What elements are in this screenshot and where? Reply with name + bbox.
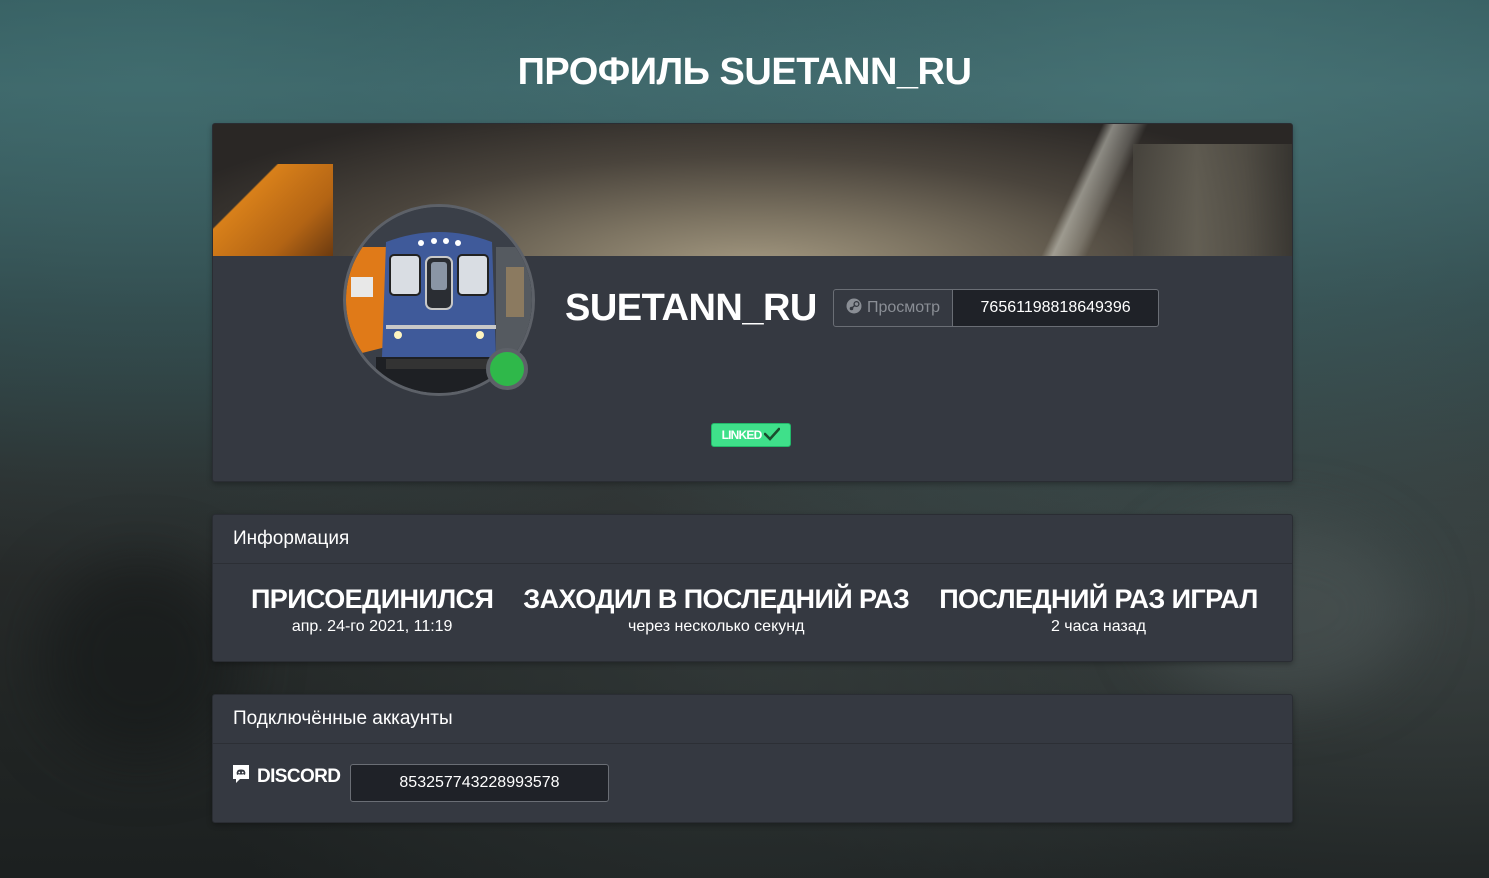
information-card: Информация ПРИСОЕДИНИЛСЯ апр. 24-го 2021… xyxy=(212,514,1293,662)
information-stats: ПРИСОЕДИНИЛСЯ апр. 24-го 2021, 11:19 ЗАХ… xyxy=(213,564,1292,636)
discord-account-row: DISCORD 853257743228993578 xyxy=(213,744,1292,822)
steam-id-field[interactable]: 76561198818649396 xyxy=(953,289,1160,327)
background-blob xyxy=(40,560,240,760)
page-title: ПРОФИЛЬ SUETANN_RU xyxy=(517,51,972,94)
stat-value: апр. 24-го 2021, 11:19 xyxy=(291,618,453,635)
discord-label: DISCORD xyxy=(231,764,341,790)
stat-last-played: ПОСЛЕДНИЙ РАЗ ИГРАЛ 2 часа назад xyxy=(939,584,1258,636)
stat-value: через несколько секунд xyxy=(628,618,805,635)
connected-accounts-header: Подключённые аккаунты xyxy=(213,695,1292,744)
linked-badge-label: LINKED xyxy=(721,428,763,442)
stat-joined: ПРИСОЕДИНИЛСЯ апр. 24-го 2021, 11:19 xyxy=(251,584,494,636)
linked-badge: LINKED xyxy=(711,423,791,447)
connected-accounts-card: Подключённые аккаунты DISCORD 8532577432… xyxy=(212,694,1293,823)
profile-username: SUETANN_RU xyxy=(565,287,817,329)
steam-view-button[interactable]: Просмотр xyxy=(833,289,954,327)
banner-decoration xyxy=(1133,144,1292,256)
steam-view-label: Просмотр xyxy=(867,299,941,316)
steam-id-group: Просмотр 76561198818649396 xyxy=(833,289,1160,327)
stat-last-seen: ЗАХОДИЛ В ПОСЛЕДНИЙ РАЗ через несколько … xyxy=(523,584,910,636)
discord-label-text: DISCORD xyxy=(257,766,341,787)
stat-title: ПРИСОЕДИНИЛСЯ xyxy=(251,584,494,614)
stat-value: 2 часа назад xyxy=(1050,618,1146,635)
stat-title: ЗАХОДИЛ В ПОСЛЕДНИЙ РАЗ xyxy=(523,584,910,614)
profile-card: SUETANN_RU Просмотр 76561198818649396 LI… xyxy=(212,123,1293,482)
banner-decoration xyxy=(213,164,333,256)
online-status-indicator xyxy=(486,348,528,390)
information-header: Информация xyxy=(213,515,1292,564)
check-icon xyxy=(764,427,781,444)
stat-title: ПОСЛЕДНИЙ РАЗ ИГРАЛ xyxy=(939,584,1258,614)
discord-icon xyxy=(231,764,251,790)
steam-icon xyxy=(846,298,862,319)
discord-id-field[interactable]: 853257743228993578 xyxy=(350,764,609,802)
